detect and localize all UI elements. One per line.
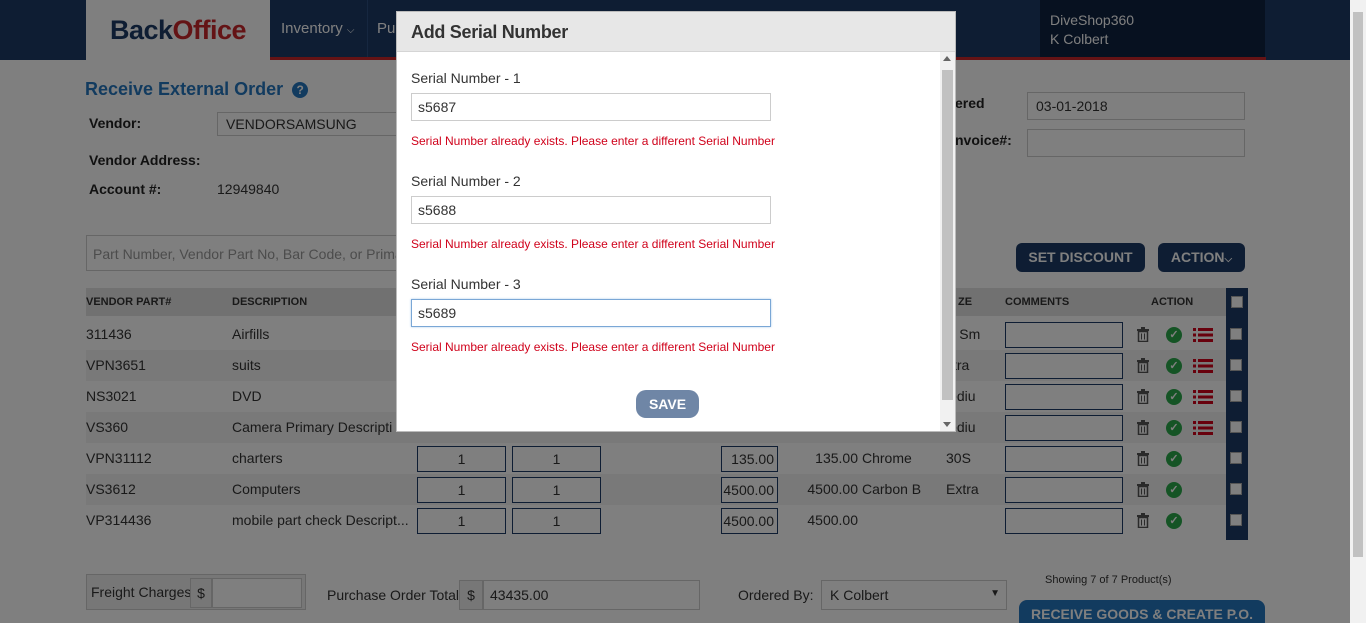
serial-number-3-label: Serial Number - 3	[411, 276, 521, 292]
serial-number-1-error: Serial Number already exists. Please ent…	[411, 134, 775, 148]
dialog-header: Add Serial Number	[397, 12, 955, 52]
dialog-scrollbar[interactable]	[940, 52, 955, 431]
dialog-body: Serial Number - 1 s5687 Serial Number al…	[397, 52, 940, 431]
scroll-up-arrow-icon[interactable]	[943, 56, 951, 61]
add-serial-number-dialog: Add Serial Number Serial Number - 1 s568…	[396, 11, 956, 432]
page-scrollbar-thumb[interactable]	[1353, 12, 1363, 557]
serial-number-3-input[interactable]: s5689	[411, 299, 771, 327]
serial-number-1-label: Serial Number - 1	[411, 70, 521, 86]
serial-number-2-label: Serial Number - 2	[411, 173, 521, 189]
dialog-scrollbar-thumb[interactable]	[942, 70, 953, 400]
serial-number-1-input[interactable]: s5687	[411, 93, 771, 121]
scroll-down-arrow-icon[interactable]	[943, 422, 951, 427]
page-scrollbar[interactable]	[1350, 0, 1366, 623]
save-button[interactable]: SAVE	[636, 390, 699, 418]
serial-number-3-error: Serial Number already exists. Please ent…	[411, 340, 775, 354]
dialog-title: Add Serial Number	[411, 22, 568, 42]
serial-number-2-input[interactable]: s5688	[411, 196, 771, 224]
serial-number-2-error: Serial Number already exists. Please ent…	[411, 237, 775, 251]
